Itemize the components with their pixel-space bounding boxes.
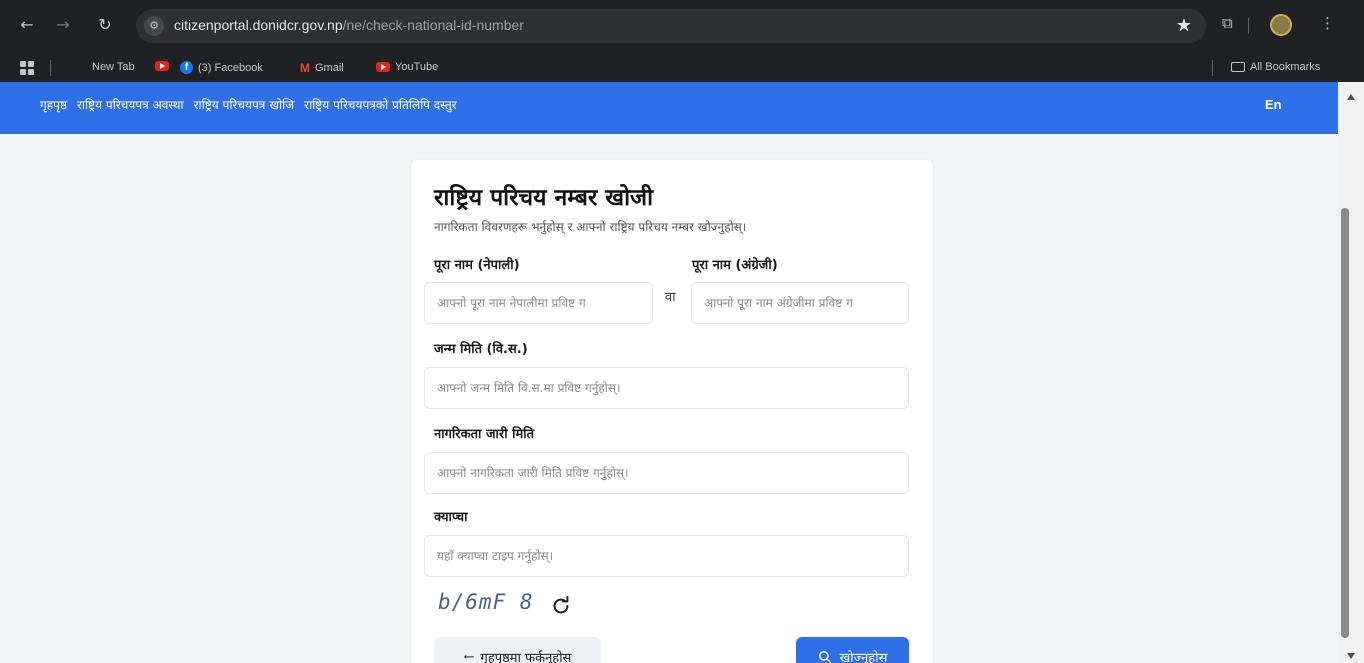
nav-link-id-search[interactable]: राष्ट्रिय परिचयपत्र खोजि (194, 96, 295, 113)
back-arrow-icon[interactable]: ← (16, 14, 38, 36)
refresh-captcha-icon[interactable] (550, 595, 572, 617)
site-navbar: गृहपृष्ठ राष्ट्रिय परिचयपत्र अवस्था राष्… (0, 82, 1338, 134)
name-en-label: पूरा नाम (अंग्रेजी) (692, 258, 778, 273)
bookmark-gmail[interactable]: M Gmail (300, 61, 344, 75)
or-text: वा (665, 290, 676, 305)
back-button-label: गृहपृष्ठमा फर्कनुहोस (480, 651, 572, 663)
name-en-input[interactable] (691, 282, 909, 324)
bookmarks-bar: New Tab f (3) Facebook M Gmail YouTube All… (0, 54, 1364, 82)
menu-dots-icon[interactable]: ⋮ (1320, 14, 1335, 32)
citizenship-issue-label: नागरिकता जारी मिति (434, 427, 535, 442)
search-form-card (411, 160, 933, 663)
bookmark-facebook[interactable]: f (3) Facebook (180, 61, 263, 74)
name-np-input[interactable] (424, 282, 653, 324)
dob-input[interactable] (424, 367, 909, 409)
search-button[interactable]: खोज्नुहोस (796, 637, 909, 663)
url-text[interactable]: citizenportal.donidcr.gov.np/ne/check-na… (174, 17, 524, 33)
youtube-icon (376, 62, 390, 72)
scroll-up-icon[interactable] (1347, 94, 1355, 100)
extensions-icon[interactable]: ⧉ (1222, 14, 1233, 32)
dob-label: जन्म मिति (वि.स.) (434, 342, 528, 357)
captcha-image: b/6mF 8 (438, 590, 534, 614)
name-np-label: पूरा नाम (नेपाली) (434, 258, 520, 273)
address-bar[interactable]: ⚙ citizenportal.donidcr.gov.np/ne/check-… (136, 9, 1206, 43)
toolbar-divider (1248, 18, 1249, 34)
language-toggle[interactable]: En (1265, 97, 1282, 112)
page-subtitle: नागरिकता विवरणहरू भर्नुहोस् र आफ्नो राष्… (434, 220, 747, 234)
youtube-icon (155, 61, 169, 71)
nav-links: गृहपृष्ठ राष्ट्रिय परिचयपत्र अवस्था राष्… (40, 96, 457, 113)
captcha-input[interactable] (424, 535, 909, 577)
browser-toolbar: ← → ↻ ⚙ citizenportal.donidcr.gov.np/ne/… (0, 0, 1364, 54)
all-bookmarks-button[interactable]: All Bookmarks (1231, 61, 1320, 73)
forward-arrow-icon[interactable]: → (52, 14, 74, 36)
nav-link-id-copy-fee[interactable]: राष्ट्रिय परिचयपत्रको प्रतिलिपि दस्तुर (304, 96, 456, 113)
bookmarks-separator (50, 60, 51, 76)
citizenship-issue-input[interactable] (424, 452, 909, 494)
bookmark-youtube-shortcut[interactable] (155, 61, 169, 71)
scrollbar[interactable] (1338, 82, 1364, 663)
back-to-home-button[interactable]: ← गृहपृष्ठमा फर्कनुहोस (434, 637, 601, 663)
search-icon (818, 651, 831, 663)
bookmarks-separator (1212, 60, 1213, 76)
nav-link-home[interactable]: गृहपृष्ठ (40, 96, 67, 113)
apps-grid-icon[interactable] (20, 61, 34, 75)
scroll-down-icon[interactable] (1347, 653, 1355, 659)
site-info-icon[interactable]: ⚙ (144, 16, 164, 36)
page-title: राष्ट्रिय परिचय नम्बर खोजी (434, 185, 654, 211)
reload-icon[interactable]: ↻ (94, 14, 116, 36)
bookmark-youtube[interactable]: YouTube (376, 61, 438, 73)
facebook-icon: f (180, 61, 193, 74)
bookmark-new-tab[interactable]: New Tab (92, 61, 135, 73)
arrow-left-icon: ← (463, 649, 475, 663)
search-button-label: खोज्नुहोस (839, 651, 888, 663)
nav-link-id-status[interactable]: राष्ट्रिय परिचयपत्र अवस्था (77, 96, 184, 113)
bookmark-star-icon[interactable]: ★ (1176, 15, 1192, 36)
captcha-label: क्याप्चा (434, 510, 468, 525)
profile-avatar[interactable] (1270, 14, 1292, 36)
gmail-icon: M (300, 61, 310, 75)
scrollbar-thumb[interactable] (1341, 208, 1349, 638)
folder-icon (1231, 62, 1245, 72)
